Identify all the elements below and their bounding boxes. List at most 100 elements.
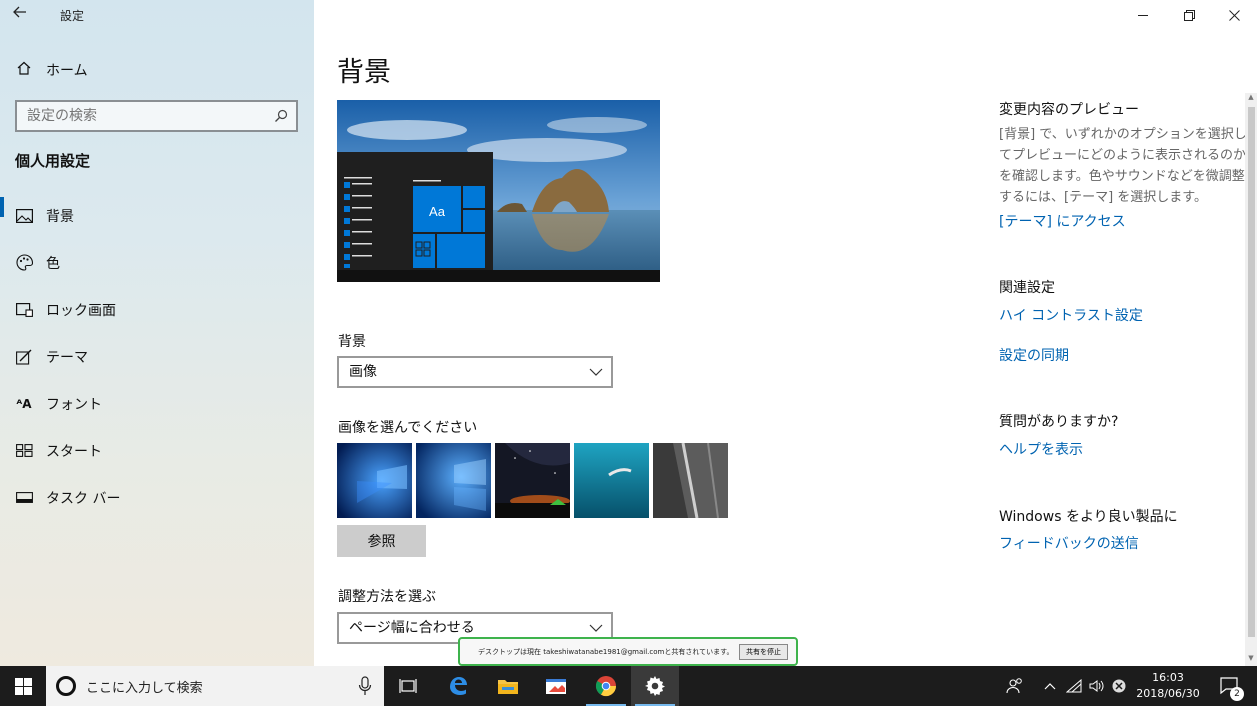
preview-heading: 変更内容のプレビュー — [999, 102, 1139, 118]
stop-sharing-button[interactable]: 共有を停止 — [739, 644, 788, 660]
clock[interactable]: 16:03 2018/06/30 — [1130, 670, 1206, 702]
people-icon — [1006, 678, 1022, 694]
status-x-icon — [1112, 679, 1126, 693]
background-type-dropdown[interactable]: 画像 — [337, 356, 613, 388]
theme-link[interactable]: [テーマ] にアクセス — [999, 211, 1126, 231]
personalization-nav: 背景 色 ロック画面 テーマ ᴬA フォント スタート タスク バー — [0, 192, 314, 521]
folder-icon — [498, 680, 518, 694]
main-content: 背景 Aa 背景 画像 画像を選んでください 参照 調整方法を選ぶ ページ幅に合… — [314, 0, 1257, 666]
paint-app-button[interactable] — [532, 666, 580, 706]
wifi-icon — [1066, 679, 1082, 693]
theme-brush-icon — [15, 348, 33, 366]
cortana-icon[interactable] — [56, 676, 76, 696]
chrome-icon — [595, 676, 617, 697]
thumbnail-windows-blue-2[interactable] — [416, 443, 491, 518]
clock-time: 16:03 — [1152, 671, 1184, 684]
background-type-value: 画像 — [349, 364, 377, 380]
notification-count-badge: 2 — [1230, 687, 1244, 701]
fit-label: 調整方法を選ぶ — [338, 589, 436, 605]
file-explorer-button[interactable] — [484, 666, 532, 706]
font-icon: ᴬA — [16, 396, 32, 411]
taskbar-search-box[interactable]: ここに入力して検索 — [46, 666, 384, 706]
scroll-up-arrow-icon[interactable]: ▲ — [1245, 93, 1257, 105]
microphone-icon[interactable] — [358, 676, 372, 696]
sync-settings-link[interactable]: 設定の同期 — [999, 345, 1069, 365]
related-settings-heading: 関連設定 — [999, 280, 1055, 296]
scrollbar[interactable]: ▲ ▼ — [1245, 93, 1257, 666]
people-button[interactable] — [1000, 666, 1030, 706]
thumbnail-windows-blue-1[interactable] — [337, 443, 412, 518]
fit-value: ページ幅に合わせる — [349, 620, 475, 636]
help-link[interactable]: ヘルプを表示 — [999, 439, 1083, 459]
share-banner-text: デスクトップは現在 takeshiwatanabe1981@gmail.comと… — [478, 647, 734, 656]
volume-button[interactable] — [1086, 666, 1108, 706]
settings-search-box[interactable] — [15, 100, 298, 132]
chrome-button[interactable] — [582, 666, 630, 706]
feedback-heading: Windows をより良い製品に — [999, 509, 1178, 525]
status-button[interactable] — [1108, 666, 1130, 706]
settings-app-button[interactable] — [631, 666, 679, 706]
choose-picture-label: 画像を選んでください — [338, 420, 478, 436]
palette-icon — [15, 254, 33, 272]
settings-search-input[interactable] — [17, 102, 257, 130]
lock-screen-icon — [15, 301, 33, 319]
screen-share-banner: デスクトップは現在 takeshiwatanabe1981@gmail.comと… — [458, 637, 798, 666]
home-label: ホーム — [46, 63, 88, 79]
sidebar-item-color[interactable]: 色 — [0, 239, 314, 286]
scroll-down-arrow-icon[interactable]: ▼ — [1245, 654, 1257, 666]
task-view-icon — [399, 679, 417, 693]
sidebar-item-start[interactable]: スタート — [0, 427, 314, 474]
network-button[interactable] — [1062, 666, 1086, 706]
gear-icon — [645, 676, 665, 696]
action-center-button[interactable]: 2 — [1210, 666, 1250, 706]
thumbnail-night-sky[interactable] — [495, 443, 570, 518]
start-button[interactable] — [0, 666, 46, 706]
sidebar-item-background[interactable]: 背景 — [0, 192, 314, 239]
section-title: 個人用設定 — [15, 152, 91, 170]
sidebar-item-label: スタート — [46, 443, 102, 460]
taskbar: ここに入力して検索 16:03 2018/06/30 2 — [0, 666, 1257, 706]
edge-browser-button[interactable] — [434, 666, 482, 706]
home-icon — [16, 60, 34, 80]
sidebar-item-label: タスク バー — [46, 490, 121, 507]
start-icon — [15, 442, 33, 460]
sidebar-item-theme[interactable]: テーマ — [0, 333, 314, 380]
edge-icon — [450, 677, 467, 695]
show-hidden-icons-button[interactable] — [1038, 666, 1062, 706]
scroll-thumb[interactable] — [1248, 107, 1255, 637]
thumbnail-underwater[interactable] — [574, 443, 649, 518]
sidebar-item-lock-screen[interactable]: ロック画面 — [0, 286, 314, 333]
search-icon[interactable] — [274, 108, 288, 122]
thumbnail-rock-cliff[interactable] — [653, 443, 728, 518]
chevron-up-icon — [1044, 683, 1056, 690]
high-contrast-link[interactable]: ハイ コントラスト設定 — [999, 305, 1143, 325]
sidebar-item-label: 背景 — [46, 208, 74, 225]
feedback-link[interactable]: フィードバックの送信 — [999, 533, 1139, 553]
question-heading: 質問がありますか? — [999, 414, 1119, 430]
background-label: 背景 — [338, 334, 366, 350]
back-arrow-icon[interactable] — [12, 4, 34, 24]
preview-description: [背景] で、いずれかのオプションを選択してプレビューにどのように表示されるのか… — [999, 127, 1247, 205]
speaker-icon — [1089, 680, 1104, 692]
paint-icon — [546, 679, 566, 694]
taskbar-search-placeholder: ここに入力して検索 — [86, 680, 203, 696]
clock-date: 2018/06/30 — [1136, 687, 1200, 700]
taskbar-icon — [15, 489, 33, 507]
title-bar: 設定 — [0, 0, 314, 30]
background-preview: Aa — [337, 100, 660, 282]
task-view-button[interactable] — [384, 666, 432, 706]
sidebar-item-label: テーマ — [46, 349, 88, 366]
windows-logo-icon — [14, 677, 32, 695]
browse-button[interactable]: 参照 — [337, 525, 426, 557]
sidebar-item-label: ロック画面 — [46, 302, 116, 319]
sidebar-item-label: 色 — [46, 255, 60, 272]
preview-tile-text: Aa — [429, 204, 446, 219]
page-title: 背景 — [337, 57, 391, 88]
picture-icon — [15, 207, 33, 225]
app-title: 設定 — [60, 9, 85, 23]
sidebar: 設定 ホーム 個人用設定 背景 色 ロック — [0, 0, 314, 666]
sidebar-item-label: フォント — [46, 396, 102, 413]
sidebar-item-font[interactable]: ᴬA フォント — [0, 380, 314, 427]
sidebar-item-taskbar[interactable]: タスク バー — [0, 474, 314, 521]
home-nav-item[interactable]: ホーム — [16, 58, 88, 82]
